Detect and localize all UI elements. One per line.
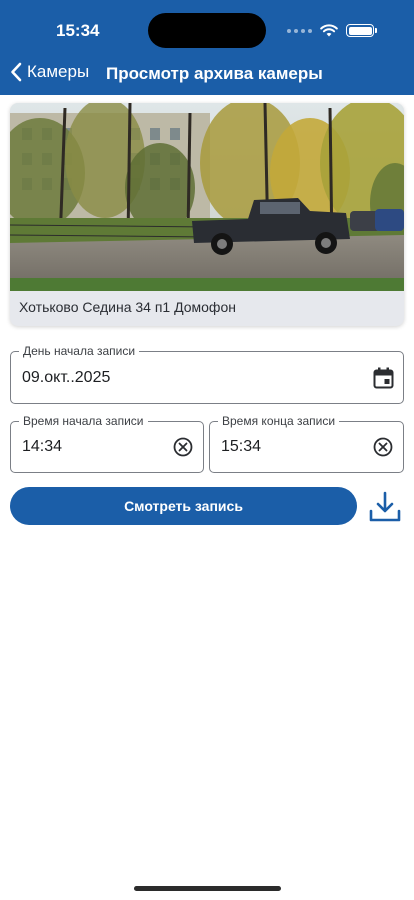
start-date-field[interactable]: День начала записи 09.окт..2025 xyxy=(10,344,404,404)
end-time-label: Время конца записи xyxy=(218,414,340,428)
wifi-icon xyxy=(320,24,338,37)
status-icons xyxy=(287,24,377,37)
camera-card[interactable]: Хотьково Седина 34 п1 Домофон xyxy=(10,103,404,326)
status-time: 15:34 xyxy=(56,21,100,40)
start-time-field[interactable]: Время начала записи 14:34 xyxy=(10,414,204,473)
calendar-icon[interactable] xyxy=(372,367,394,389)
camera-snapshot xyxy=(10,103,404,291)
start-date-label: День начала записи xyxy=(19,344,140,358)
end-time-value: 15:34 xyxy=(221,438,262,455)
dynamic-island xyxy=(148,13,266,48)
clear-start-time-icon[interactable] xyxy=(172,436,194,458)
back-button-label: Камеры xyxy=(27,62,90,81)
clear-end-time-icon[interactable] xyxy=(372,436,394,458)
end-time-field[interactable]: Время конца записи 15:34 xyxy=(209,414,404,473)
chevron-left-icon xyxy=(11,62,22,82)
download-button[interactable] xyxy=(366,489,404,525)
battery-icon xyxy=(346,24,377,37)
start-date-value: 09.окт..2025 xyxy=(22,368,111,386)
download-icon xyxy=(369,491,401,522)
signal-dots-icon xyxy=(287,28,312,33)
page-title: Просмотр архива камеры xyxy=(106,64,323,83)
start-time-label: Время начала записи xyxy=(19,414,148,428)
camera-name: Хотьково Седина 34 п1 Домофон xyxy=(19,299,236,315)
start-time-value: 14:34 xyxy=(22,438,63,455)
app-header: 15:34 Камеры Просмотр архива камеры xyxy=(0,0,414,95)
watch-recording-button[interactable]: Смотреть запись xyxy=(10,487,357,525)
home-indicator[interactable] xyxy=(134,886,281,891)
back-button[interactable]: Камеры xyxy=(10,62,89,82)
